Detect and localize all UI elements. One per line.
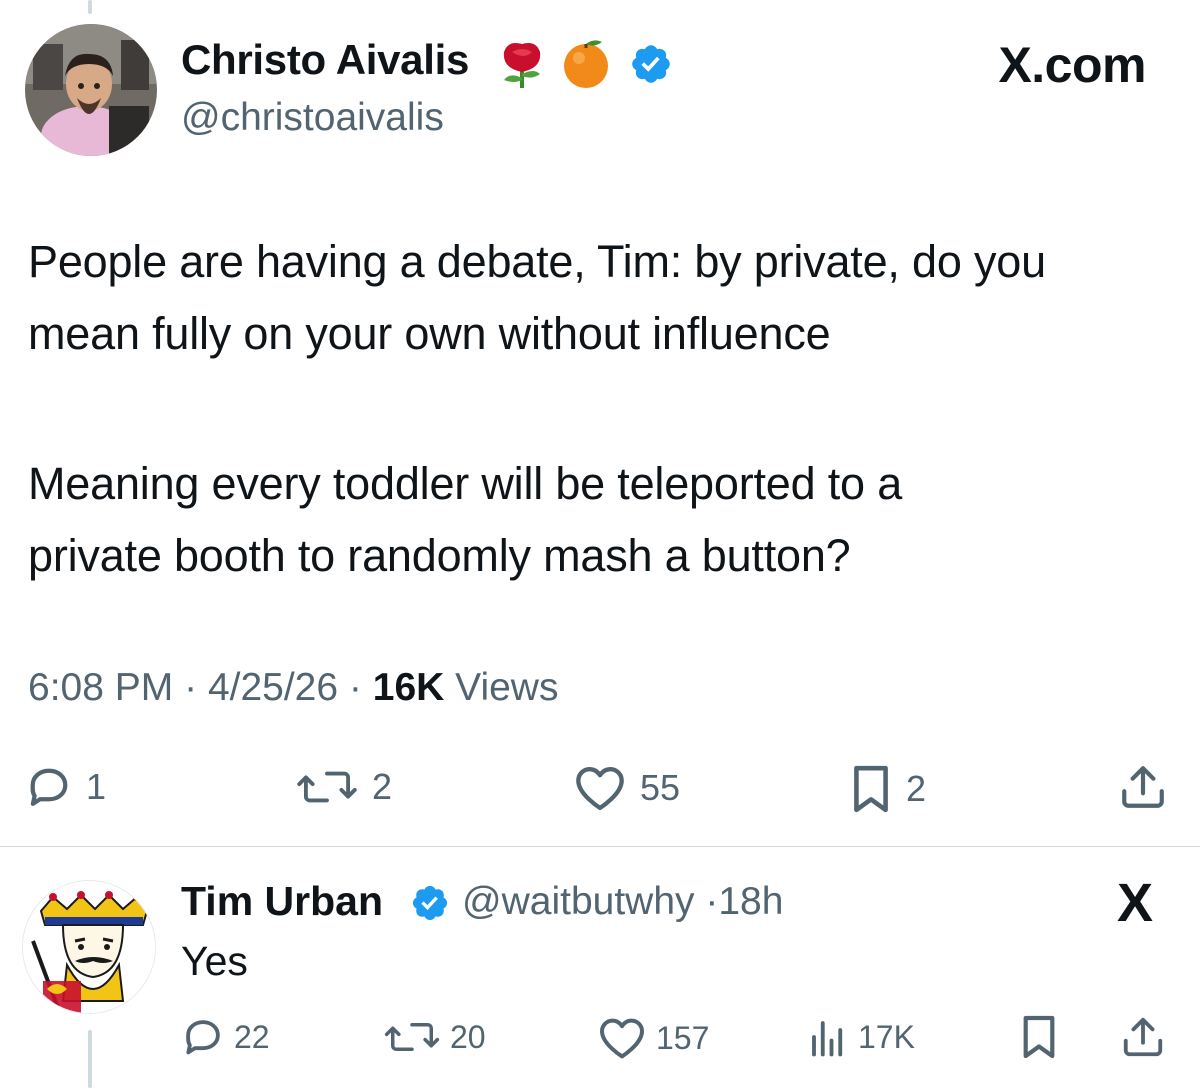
reply-share-button[interactable] bbox=[1120, 1014, 1166, 1060]
like-button[interactable]: 55 bbox=[574, 764, 680, 812]
tweet-meta: 6:08 PM · 4/25/26 · 16K Views bbox=[28, 666, 558, 710]
share-icon bbox=[1123, 1017, 1163, 1057]
tweet-text-line: private booth to randomly mash a button? bbox=[28, 530, 851, 581]
thread-connector-bottom bbox=[88, 1030, 92, 1088]
reply-like-count: 157 bbox=[656, 1019, 710, 1056]
reply-repost-count: 20 bbox=[450, 1018, 486, 1055]
reply-bookmark-button[interactable] bbox=[1020, 1014, 1058, 1060]
reply-count: 1 bbox=[86, 766, 107, 807]
reply-text: Yes bbox=[181, 938, 248, 984]
reply-button[interactable]: 1 bbox=[26, 764, 106, 810]
thread-connector-top bbox=[88, 0, 92, 14]
reply-like-button[interactable]: 157 bbox=[598, 1016, 709, 1060]
reply-author-meta: @waitbutwhy ·18h bbox=[462, 880, 783, 924]
reply-icon bbox=[30, 768, 68, 806]
orange-emoji bbox=[564, 40, 608, 88]
reply-reply-count: 22 bbox=[234, 1018, 270, 1055]
x-logo-icon[interactable]: X bbox=[1117, 876, 1153, 930]
reply-icon bbox=[186, 1020, 220, 1055]
reply-author-avatar[interactable] bbox=[22, 880, 156, 1014]
verified-icon bbox=[632, 45, 670, 83]
heart-icon bbox=[576, 766, 624, 811]
tweet-text-line: Meaning every toddler will be teleported… bbox=[28, 458, 903, 509]
tweet-date[interactable]: 4/25/26 bbox=[208, 666, 338, 709]
author-name[interactable]: Christo Aivalis bbox=[181, 36, 469, 84]
share-icon bbox=[1122, 766, 1164, 808]
tweet-text-line: People are having a debate, Tim: by priv… bbox=[28, 236, 1046, 287]
repost-count: 2 bbox=[372, 766, 393, 807]
repost-icon bbox=[384, 1023, 440, 1051]
analytics-icon bbox=[812, 1021, 843, 1057]
bookmark-icon bbox=[1023, 1015, 1055, 1059]
tweet-text-paragraph-2: Meaning every toddler will be teleported… bbox=[28, 448, 1178, 592]
meta-separator: · bbox=[705, 880, 719, 923]
brand-label: X.com bbox=[998, 37, 1146, 93]
bookmark-icon bbox=[854, 765, 888, 813]
like-count: 55 bbox=[640, 767, 681, 808]
repost-button[interactable]: 2 bbox=[296, 764, 392, 810]
section-divider bbox=[0, 846, 1200, 847]
author-avatar[interactable] bbox=[25, 24, 157, 156]
reply-views-count: 17K bbox=[858, 1018, 915, 1055]
views-label: Views bbox=[455, 666, 559, 709]
verified-icon bbox=[412, 885, 448, 921]
share-button[interactable] bbox=[1118, 762, 1168, 812]
rose-emoji bbox=[503, 43, 541, 88]
reply-author-handle[interactable]: @waitbutwhy bbox=[462, 880, 695, 923]
views-count: 16K bbox=[372, 666, 445, 709]
heart-icon bbox=[600, 1018, 644, 1059]
author-handle[interactable]: @christoaivalis bbox=[181, 96, 444, 140]
repost-icon bbox=[297, 771, 357, 803]
meta-separator: · bbox=[348, 666, 362, 709]
tweet-text-line: mean fully on your own without influence bbox=[28, 308, 831, 359]
reply-repost-button[interactable]: 20 bbox=[384, 1016, 486, 1058]
reply-reply-button[interactable]: 22 bbox=[182, 1016, 270, 1058]
reply-author-name[interactable]: Tim Urban bbox=[181, 878, 383, 925]
tweet-text-paragraph-1: People are having a debate, Tim: by priv… bbox=[28, 226, 1178, 370]
tweet-time[interactable]: 6:08 PM bbox=[28, 666, 173, 709]
reply-time-ago[interactable]: 18h bbox=[718, 880, 783, 923]
reply-views-button[interactable]: 17K bbox=[808, 1016, 915, 1058]
bookmark-button[interactable]: 2 bbox=[850, 764, 926, 814]
meta-separator: · bbox=[184, 666, 198, 709]
bookmark-count: 2 bbox=[906, 768, 927, 809]
